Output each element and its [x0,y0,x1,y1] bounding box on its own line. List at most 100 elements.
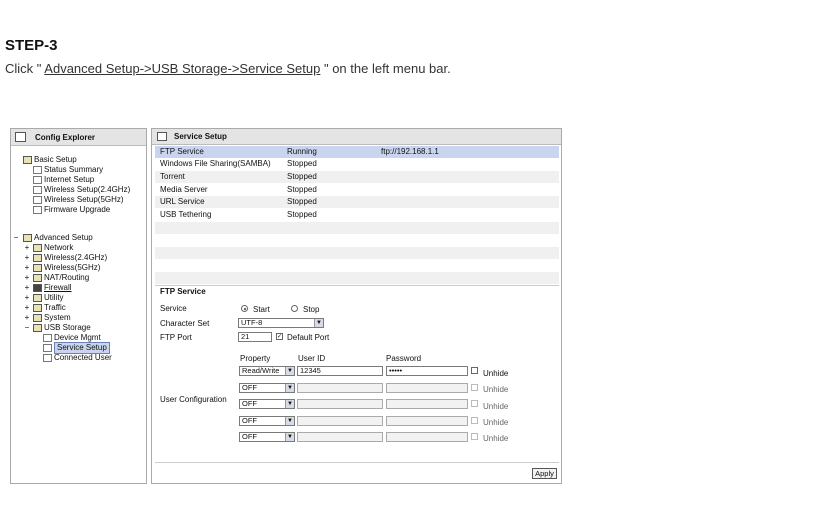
expand-icon[interactable]: + [24,303,30,312]
service-name: Media Server [160,185,208,194]
tree-item-firmware-upgrade[interactable]: Firmware Upgrade [33,205,110,215]
folder-icon [33,294,42,302]
tree-item-system[interactable]: System [33,313,71,323]
unhide-checkbox[interactable] [471,400,478,407]
tree-item-traffic[interactable]: Traffic [33,303,66,313]
folder-icon [23,156,32,164]
charset-value: UTF-8 [241,318,263,327]
folder-icon [33,314,42,322]
service-row[interactable]: URL Service Stopped [155,196,559,208]
userid-input[interactable] [297,383,383,393]
tree-label: Firmware Upgrade [44,205,111,214]
tree-item-firewall[interactable]: Firewall [33,283,72,293]
property-value: OFF [242,383,257,392]
ftp-port-input[interactable]: 21 [238,332,272,342]
service-row[interactable]: USB Tethering Stopped [155,209,559,221]
collapse-advanced-icon[interactable]: − [13,233,19,242]
tree-item-wireless-24[interactable]: Wireless(2.4GHz) [33,253,107,263]
stop-label: Stop [303,305,320,314]
expand-icon[interactable]: + [24,253,30,262]
userid-header: User ID [298,354,326,363]
charset-select[interactable]: UTF-8 ▼ [238,318,324,328]
tree-label: Internet Setup [44,175,95,184]
expand-icon[interactable]: + [24,273,30,282]
default-port-checkbox[interactable]: ✓ [276,333,283,340]
folder-icon [33,274,42,282]
expand-icon[interactable]: + [24,243,30,252]
service-name: USB Tethering [160,210,212,219]
start-radio[interactable] [241,305,248,312]
start-label: Start [253,305,270,314]
tree-item-internet-setup[interactable]: Internet Setup [33,175,94,185]
userid-input[interactable] [297,416,383,426]
password-input[interactable] [386,383,468,393]
password-input[interactable] [386,399,468,409]
service-row[interactable]: Torrent Stopped [155,171,559,183]
stop-radio[interactable] [291,305,298,312]
tree-item-service-setup[interactable]: Service Setup [43,342,110,354]
tree-item-usb-storage[interactable]: USB Storage [33,323,91,333]
service-status: Stopped [287,197,317,206]
property-select[interactable]: OFF ▼ [239,383,295,393]
password-input[interactable] [386,416,468,426]
service-setup-header: Service Setup [152,129,561,145]
folder-icon [33,264,42,272]
password-input[interactable]: ••••• [386,366,468,376]
tree-item-utility[interactable]: Utility [33,293,64,303]
property-select[interactable]: Read/Write ▼ [239,366,295,376]
tree-item-wireless-setup-24[interactable]: Wireless Setup(2.4GHz) [33,185,130,195]
empty-row [155,234,559,246]
lock-icon [33,284,42,292]
tree-item-wireless-5[interactable]: Wireless(5GHz) [33,263,100,273]
property-select[interactable]: OFF ▼ [239,399,295,409]
unhide-checkbox[interactable] [471,367,478,374]
service-setup-title: Service Setup [174,132,227,141]
service-row[interactable]: Media Server Stopped [155,184,559,196]
userid-input[interactable] [297,399,383,409]
page-icon [43,344,52,352]
unhide-label: Unhide [483,402,509,411]
unhide-checkbox[interactable] [471,417,478,424]
tree-label: Advanced Setup [34,233,93,242]
instruction-path: Advanced Setup->USB Storage->Service Set… [44,61,321,76]
userid-input[interactable]: 12345 [297,366,383,376]
tree-item-status-summary[interactable]: Status Summary [33,165,103,175]
unhide-label: Unhide [483,369,509,378]
collapse-icon[interactable]: − [24,323,30,332]
expand-icon[interactable]: + [24,313,30,322]
empty-row [155,272,559,284]
tree-item-wireless-setup-5[interactable]: Wireless Setup(5GHz) [33,195,124,205]
service-label: Service [160,304,187,313]
tree-item-network[interactable]: Network [33,243,73,253]
userid-input[interactable] [297,432,383,442]
tree-label: Wireless Setup(5GHz) [44,195,124,204]
property-select[interactable]: OFF ▼ [239,432,295,442]
chevron-down-icon: ▼ [314,319,323,327]
folder-icon [33,304,42,312]
unhide-checkbox[interactable] [471,433,478,440]
tree-advanced-setup[interactable]: Advanced Setup [23,233,93,243]
service-info: ftp://192.168.1.1 [381,147,439,156]
tree-item-nat-routing[interactable]: NAT/Routing [33,273,89,283]
config-explorer-title: Config Explorer [35,132,96,142]
property-header: Property [240,354,271,363]
tree-label: Basic Setup [34,155,77,164]
chevron-down-icon: ▼ [285,400,294,408]
expand-icon[interactable]: + [24,263,30,272]
expand-icon[interactable]: + [24,293,30,302]
property-select[interactable]: OFF ▼ [239,416,295,426]
service-name: Torrent [160,172,185,181]
password-input[interactable] [386,432,468,442]
expand-icon[interactable]: + [24,283,30,292]
tree-basic-setup[interactable]: Basic Setup [23,155,77,165]
unhide-label: Unhide [483,434,509,443]
service-setup-panel: Service Setup FTP Service Running ftp://… [151,128,562,484]
property-value: OFF [242,416,257,425]
unhide-checkbox[interactable] [471,384,478,391]
service-row[interactable]: FTP Service Running ftp://192.168.1.1 [155,146,559,158]
service-row[interactable]: Windows File Sharing(SAMBA) Stopped [155,158,559,170]
empty-row [155,247,559,259]
service-status: Stopped [287,185,317,194]
apply-button[interactable]: Apply [532,468,557,479]
tree-item-connected-user[interactable]: Connected User [43,353,112,363]
